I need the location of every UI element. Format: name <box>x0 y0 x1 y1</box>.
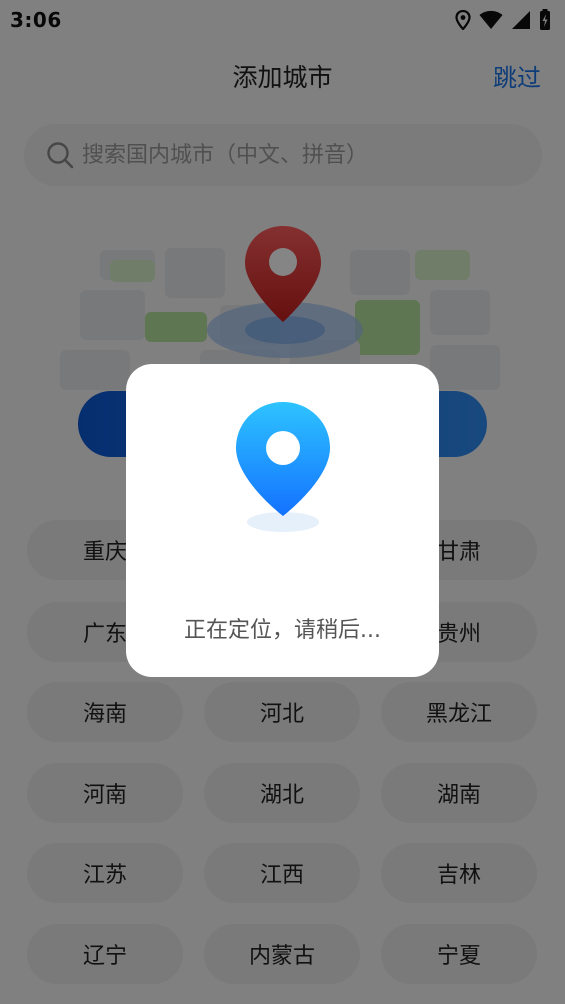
add-city-screen: 3:06 添加城市 跳过 搜索国内城市（中文、拼音） 重庆 甘肃 广东 贵州 海… <box>0 0 565 1004</box>
blue-location-pin-icon <box>236 402 330 532</box>
locating-message: 正在定位，请稍后... <box>184 618 381 643</box>
locating-dialog: 正在定位，请稍后... <box>126 364 439 677</box>
